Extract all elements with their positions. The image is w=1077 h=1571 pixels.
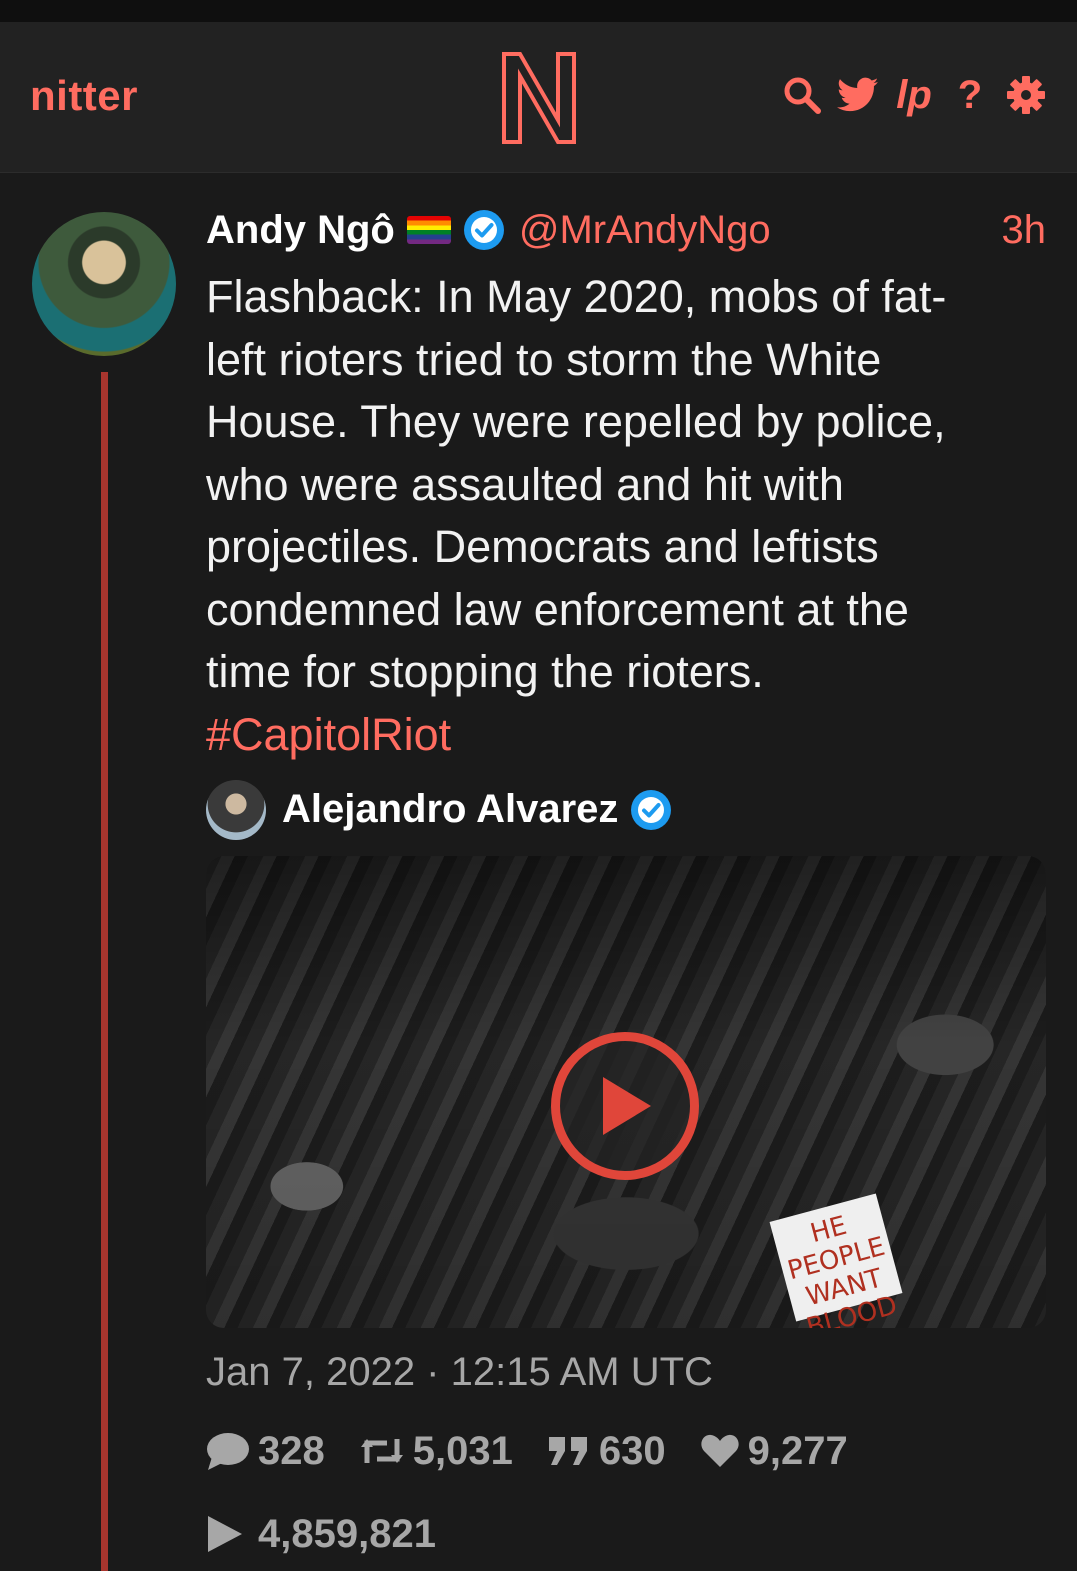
settings-gear-icon[interactable]	[1005, 74, 1047, 116]
search-icon[interactable]	[781, 74, 823, 116]
status-strip	[0, 0, 1077, 22]
retweet-icon	[360, 1439, 403, 1463]
nitter-logo-icon[interactable]	[500, 50, 578, 146]
views-stat: 4,859,821	[206, 1512, 1046, 1557]
quote-icon	[548, 1437, 587, 1465]
like-stat: 9,277	[700, 1429, 848, 1474]
views-count: 4,859,821	[258, 1511, 436, 1556]
verified-badge-icon	[463, 210, 504, 250]
retweet-count: 5,031	[412, 1428, 513, 1473]
twitter-bird-icon[interactable]	[837, 74, 879, 116]
nav-icon-group: lp ?	[781, 74, 1047, 116]
author-fullname[interactable]: Andy Ngô	[206, 208, 395, 253]
like-count: 9,277	[747, 1428, 848, 1473]
quote-count: 630	[598, 1428, 666, 1473]
hashtag-link[interactable]: #CapitolRiot	[206, 704, 1046, 766]
nitter-brand-link[interactable]: nitter	[30, 72, 138, 120]
comment-icon	[207, 1433, 249, 1470]
reply-count: 328	[258, 1428, 325, 1473]
thread-line	[101, 372, 108, 1571]
tweet-text: Flashback: In May 2020, mobs of fat- lef…	[206, 271, 947, 697]
tweet: Andy Ngô @MrAndyNgo 3h Flashback: In May…	[206, 204, 1046, 1557]
tweet-date[interactable]: Jan 7, 2022 · 12:15 AM UTC	[206, 1350, 1046, 1395]
tweet-time[interactable]: 3h	[1002, 208, 1047, 253]
author-avatar[interactable]	[32, 212, 176, 356]
protest-sign: HE PEOPLE WANT BLOOD	[769, 1193, 903, 1328]
quoted-author-name[interactable]: Alejandro Alvarez	[282, 787, 618, 832]
retweet-stat: 5,031	[359, 1429, 513, 1474]
tweet-stats: 328 5,031 630 9,277	[206, 1429, 1046, 1474]
views-play-icon	[208, 1516, 242, 1552]
liberapay-icon[interactable]: lp	[893, 74, 935, 116]
play-button[interactable]	[551, 1031, 699, 1180]
play-icon	[603, 1076, 651, 1135]
reply-stat: 328	[206, 1429, 325, 1474]
rainbow-flag-icon	[406, 216, 451, 244]
video-thumbnail[interactable]: HE PEOPLE WANT BLOOD	[206, 855, 1046, 1328]
top-navbar: nitter lp ?	[0, 22, 1077, 173]
help-icon[interactable]: ?	[949, 74, 991, 116]
quoted-author[interactable]: Alejandro Alvarez	[206, 778, 1046, 842]
quoted-author-avatar[interactable]	[206, 779, 266, 840]
quote-stat: 630	[547, 1429, 666, 1474]
heart-icon	[700, 1434, 739, 1467]
tweet-header: Andy Ngô @MrAndyNgo 3h	[206, 204, 1046, 256]
verified-badge-icon	[631, 789, 672, 830]
author-username[interactable]: @MrAndyNgo	[519, 208, 771, 253]
